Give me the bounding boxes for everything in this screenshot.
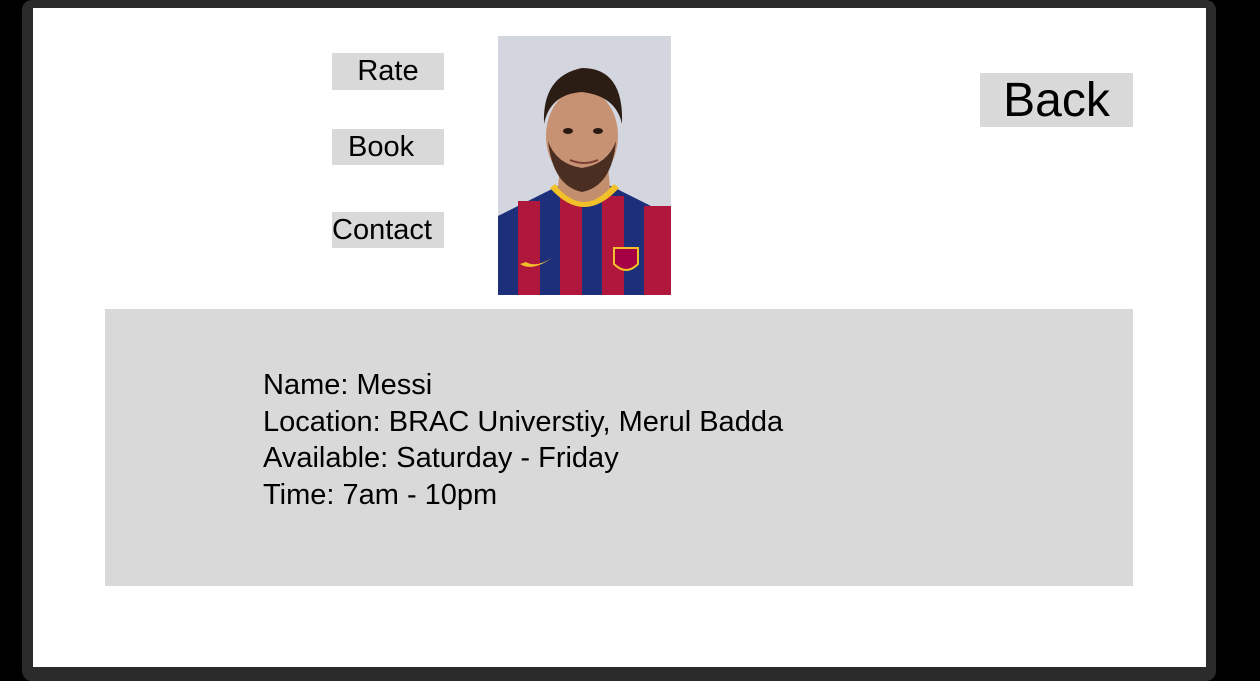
availability-line: Available: Saturday - Friday (263, 442, 619, 474)
profile-details: Name: Messi Location: BRAC Universtiy, M… (263, 367, 783, 513)
profile-photo (498, 36, 671, 295)
rate-button[interactable]: Rate (332, 53, 444, 90)
location-line: Location: BRAC Universtiy, Merul Badda (263, 405, 784, 438)
back-button[interactable]: Back (980, 73, 1133, 127)
book-button[interactable]: Book (332, 129, 444, 165)
contact-button[interactable]: Contact (332, 212, 444, 248)
name-line: Name: Messi (263, 369, 433, 401)
time-line: Time: 7am - 10pm (263, 478, 498, 511)
profile-info-panel: Name: Messi Location: BRAC Universtiy, M… (105, 309, 1133, 586)
profile-screen: Rate Book Contact Back Name: Messi Locat… (33, 8, 1206, 667)
